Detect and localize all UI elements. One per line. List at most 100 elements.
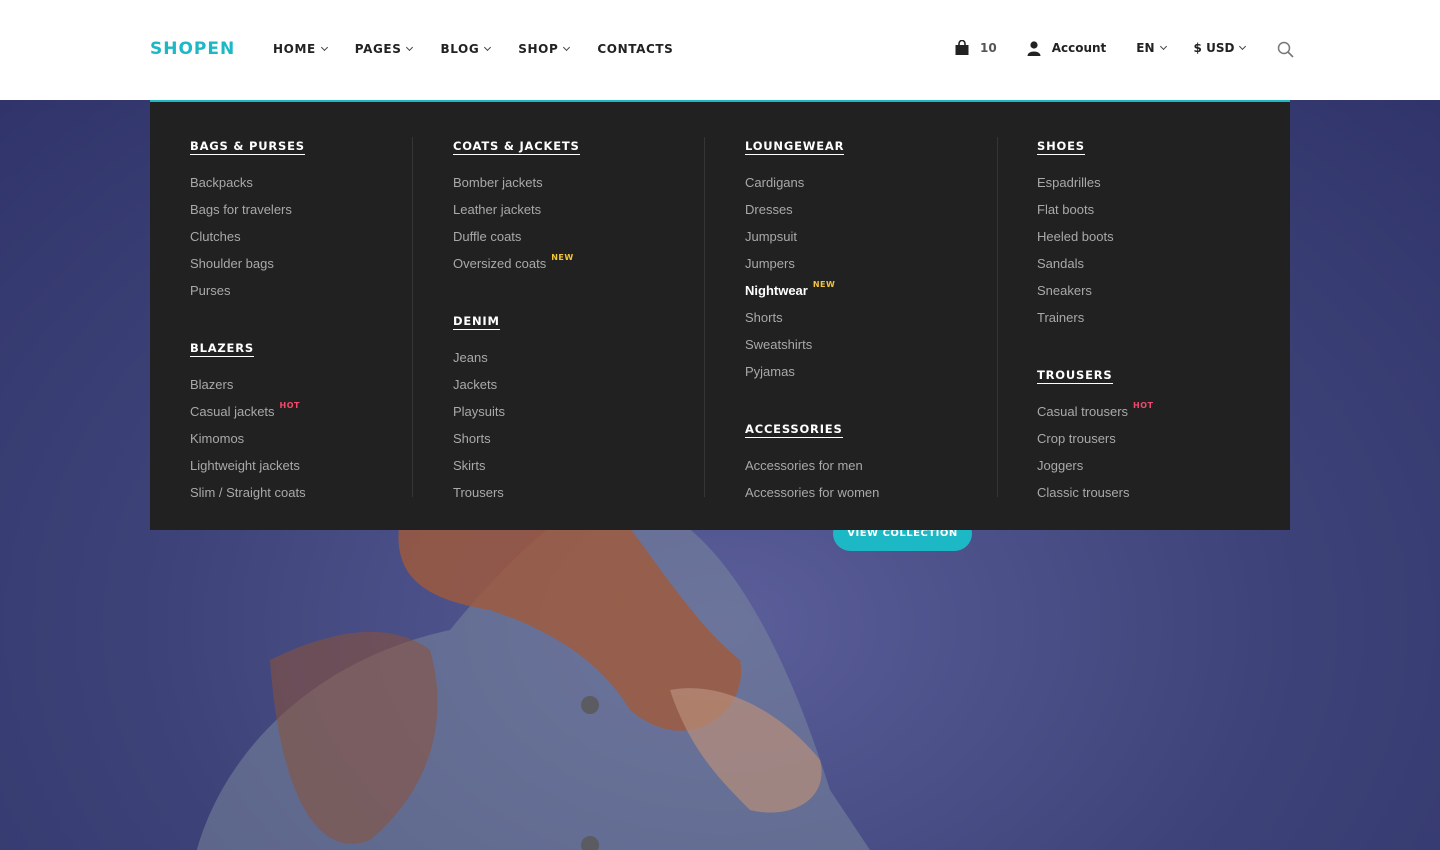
menu-column: COATS & JACKETS Bomber jackets Leather j… bbox=[453, 137, 705, 500]
menu-item[interactable]: Jackets bbox=[453, 375, 705, 402]
menu-item-active[interactable]: Nightwear NEW bbox=[745, 280, 997, 308]
language-value: EN bbox=[1136, 41, 1155, 55]
hot-badge: HOT bbox=[279, 401, 300, 410]
menu-item[interactable]: Purses bbox=[190, 281, 412, 308]
menu-item[interactable]: Bomber jackets bbox=[453, 173, 705, 200]
menu-item[interactable]: Bags for travelers bbox=[190, 200, 412, 227]
chevron-down-icon bbox=[1239, 42, 1247, 50]
menu-heading-loungewear[interactable]: LOUNGEWEAR bbox=[745, 139, 845, 155]
currency-selector[interactable]: $ USD bbox=[1193, 41, 1247, 55]
menu-list: Casual trousers HOT Crop trousers Joggers… bbox=[1037, 401, 1259, 510]
cart-count: 10 bbox=[980, 41, 997, 55]
menu-item[interactable]: Sneakers bbox=[1037, 281, 1259, 308]
menu-item[interactable]: Casual jackets HOT bbox=[190, 401, 412, 429]
menu-item[interactable]: Duffle coats bbox=[453, 227, 705, 254]
nav-shop-label: SHOP bbox=[518, 42, 559, 56]
chevron-down-icon bbox=[1159, 42, 1167, 50]
menu-item[interactable]: Lightweight jackets bbox=[190, 456, 412, 483]
menu-item[interactable]: Leather jackets bbox=[453, 200, 705, 227]
new-badge: NEW bbox=[551, 253, 574, 262]
menu-item[interactable]: Jumpsuit bbox=[745, 227, 997, 254]
nav-home[interactable]: HOME bbox=[273, 42, 328, 56]
nav-shop[interactable]: SHOP bbox=[518, 42, 571, 56]
nav-blog-label: BLOG bbox=[440, 42, 480, 56]
menu-item[interactable]: Flat boots bbox=[1037, 200, 1259, 227]
cart-button[interactable]: 10 bbox=[954, 40, 997, 56]
menu-item[interactable]: Shorts bbox=[745, 308, 997, 335]
menu-divider bbox=[412, 137, 413, 497]
menu-item[interactable]: Accessories for women bbox=[745, 483, 997, 510]
menu-heading-coats-jackets[interactable]: COATS & JACKETS bbox=[453, 139, 580, 155]
menu-column: BAGS & PURSES Backpacks Bags for travele… bbox=[190, 137, 412, 500]
language-selector[interactable]: EN bbox=[1136, 41, 1167, 55]
menu-item[interactable]: Joggers bbox=[1037, 456, 1259, 483]
menu-list: Accessories for men Accessories for wome… bbox=[745, 456, 997, 510]
menu-heading-trousers[interactable]: TROUSERS bbox=[1037, 368, 1113, 384]
menu-item[interactable]: Shorts bbox=[453, 429, 705, 456]
menu-item[interactable]: Crop trousers bbox=[1037, 429, 1259, 456]
menu-heading-shoes[interactable]: SHOES bbox=[1037, 139, 1085, 155]
menu-group-shoes: SHOES Espadrilles Flat boots Heeled boot… bbox=[1037, 137, 1259, 335]
chevron-down-icon bbox=[563, 43, 571, 51]
menu-list: Cardigans Dresses Jumpsuit Jumpers Night… bbox=[745, 173, 997, 389]
nav-contacts[interactable]: CONTACTS bbox=[597, 42, 673, 56]
menu-item[interactable]: Cardigans bbox=[745, 173, 997, 200]
user-icon bbox=[1027, 40, 1041, 56]
menu-group-coats-jackets: COATS & JACKETS Bomber jackets Leather j… bbox=[453, 137, 705, 281]
menu-heading-blazers[interactable]: BLAZERS bbox=[190, 341, 254, 357]
menu-item[interactable]: Accessories for men bbox=[745, 456, 997, 483]
menu-heading-denim[interactable]: DENIM bbox=[453, 314, 500, 330]
menu-list: Jeans Jackets Playsuits Shorts Skirts Tr… bbox=[453, 348, 705, 510]
menu-item[interactable]: Trousers bbox=[453, 483, 705, 510]
menu-item[interactable]: Jumpers bbox=[745, 254, 997, 281]
menu-item[interactable]: Skirts bbox=[453, 456, 705, 483]
menu-item[interactable]: Trainers bbox=[1037, 308, 1259, 335]
chevron-down-icon bbox=[484, 43, 492, 51]
menu-item[interactable]: Backpacks bbox=[190, 173, 412, 200]
menu-item[interactable]: Playsuits bbox=[453, 402, 705, 429]
menu-divider bbox=[997, 137, 998, 497]
menu-item[interactable]: Sweatshirts bbox=[745, 335, 997, 362]
menu-item[interactable]: Shoulder bags bbox=[190, 254, 412, 281]
menu-column: SHOES Espadrilles Flat boots Heeled boot… bbox=[1037, 137, 1259, 500]
nav-home-label: HOME bbox=[273, 42, 316, 56]
menu-group-accessories: ACCESSORIES Accessories for men Accessor… bbox=[745, 420, 997, 510]
header-tools: 10 Account EN $ USD bbox=[954, 40, 1273, 56]
nav-blog[interactable]: BLOG bbox=[440, 42, 492, 56]
menu-item[interactable]: Espadrilles bbox=[1037, 173, 1259, 200]
menu-item[interactable]: Oversized coats NEW bbox=[453, 253, 705, 281]
nav-pages[interactable]: PAGES bbox=[354, 42, 414, 56]
menu-list: Bomber jackets Leather jackets Duffle co… bbox=[453, 173, 705, 281]
search-button[interactable] bbox=[1277, 41, 1294, 63]
menu-heading-bags-purses[interactable]: BAGS & PURSES bbox=[190, 139, 305, 155]
menu-heading-accessories[interactable]: ACCESSORIES bbox=[745, 422, 843, 438]
shop-mega-menu: BAGS & PURSES Backpacks Bags for travele… bbox=[150, 100, 1290, 530]
menu-item[interactable]: Slim / Straight coats bbox=[190, 483, 412, 510]
main-nav: HOME PAGES BLOG SHOP CONTACTS bbox=[273, 42, 701, 56]
menu-column: LOUNGEWEAR Cardigans Dresses Jumpsuit Ju… bbox=[745, 137, 997, 500]
nav-pages-label: PAGES bbox=[354, 42, 402, 56]
search-icon bbox=[1277, 41, 1294, 58]
menu-group-denim: DENIM Jeans Jackets Playsuits Shorts Ski… bbox=[453, 312, 705, 510]
menu-item[interactable]: Heeled boots bbox=[1037, 227, 1259, 254]
hot-badge: HOT bbox=[1133, 401, 1154, 410]
menu-group-bags-purses: BAGS & PURSES Backpacks Bags for travele… bbox=[190, 137, 412, 308]
menu-item[interactable]: Kimomos bbox=[190, 429, 412, 456]
logo[interactable]: SHOPEN bbox=[150, 39, 235, 59]
menu-item[interactable]: Blazers bbox=[190, 375, 412, 402]
menu-item[interactable]: Clutches bbox=[190, 227, 412, 254]
menu-item[interactable]: Pyjamas bbox=[745, 362, 997, 389]
currency-value: $ USD bbox=[1193, 41, 1235, 55]
menu-item[interactable]: Classic trousers bbox=[1037, 483, 1259, 510]
chevron-down-icon bbox=[406, 43, 414, 51]
shopping-bag-icon bbox=[955, 40, 969, 55]
account-button[interactable]: Account bbox=[1027, 40, 1106, 56]
nav-contacts-label: CONTACTS bbox=[597, 42, 674, 56]
menu-list: Backpacks Bags for travelers Clutches Sh… bbox=[190, 173, 412, 308]
menu-list: Espadrilles Flat boots Heeled boots Sand… bbox=[1037, 173, 1259, 335]
menu-item[interactable]: Casual trousers HOT bbox=[1037, 401, 1259, 429]
menu-item[interactable]: Dresses bbox=[745, 200, 997, 227]
menu-item[interactable]: Sandals bbox=[1037, 254, 1259, 281]
menu-group-loungewear: LOUNGEWEAR Cardigans Dresses Jumpsuit Ju… bbox=[745, 137, 997, 389]
menu-item[interactable]: Jeans bbox=[453, 348, 705, 375]
